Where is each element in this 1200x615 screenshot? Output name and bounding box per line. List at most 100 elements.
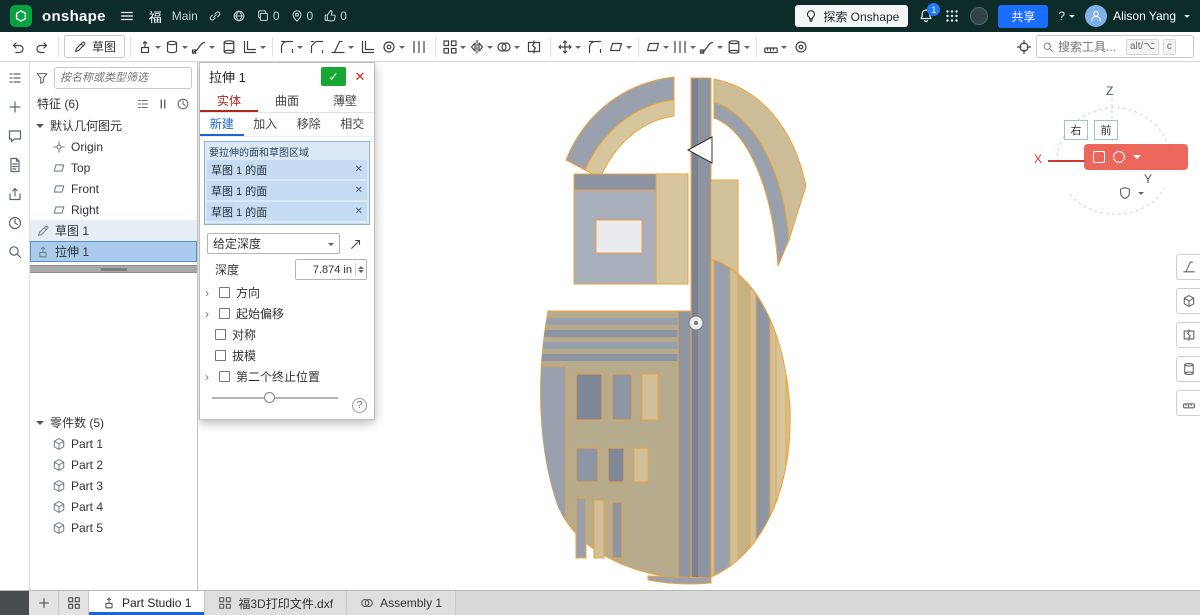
shield-icon[interactable]	[1118, 186, 1132, 200]
tree-item-extrude1[interactable]: 拉伸 1	[30, 241, 197, 262]
history-icon[interactable]	[176, 97, 190, 111]
named-views-button[interactable]	[1176, 356, 1200, 382]
slider-handle[interactable]	[264, 392, 275, 403]
remove-selection-icon[interactable]: ✕	[355, 185, 363, 196]
tree-item-right-plane[interactable]: Right	[30, 199, 197, 220]
browse-tabs-button[interactable]	[59, 591, 89, 615]
help-icon[interactable]: ?	[352, 398, 367, 413]
appearance-panel-button[interactable]	[1176, 288, 1200, 314]
option-direction[interactable]: › 方向	[200, 282, 374, 303]
document-title[interactable]: 福	[149, 7, 162, 26]
linear-pattern-button[interactable]	[441, 34, 467, 59]
draft-checkbox[interactable]	[215, 350, 226, 361]
measure-panel-button[interactable]	[1176, 390, 1200, 416]
tool-search-input[interactable]	[1058, 39, 1122, 54]
branch-name[interactable]: Main	[172, 9, 198, 23]
rollback-bar[interactable]	[30, 265, 197, 273]
tree-item-part2[interactable]: Part 2	[30, 454, 197, 475]
fillet-button[interactable]	[278, 34, 304, 59]
selection-item[interactable]: 草图 1 的面✕	[207, 202, 367, 221]
symmetric-checkbox[interactable]	[215, 329, 226, 340]
op-add[interactable]: 加入	[244, 113, 288, 136]
draft-button[interactable]	[329, 34, 355, 59]
replace-face-button[interactable]	[607, 34, 633, 59]
boolean-button[interactable]	[495, 34, 521, 59]
add-tab-button[interactable]	[29, 591, 59, 615]
apps-grid-icon[interactable]	[944, 8, 960, 24]
view-cube[interactable]: Z 右 前 X Y	[1032, 84, 1192, 234]
cube-face-right[interactable]: 右	[1064, 120, 1088, 140]
surface-button[interactable]	[725, 34, 751, 59]
option-second-end[interactable]: › 第二个终止位置	[200, 366, 374, 387]
option-symmetric[interactable]: 对称	[200, 324, 374, 345]
frame-button[interactable]	[671, 34, 697, 59]
second-end-checkbox[interactable]	[219, 371, 230, 382]
sheet-metal-button[interactable]	[644, 34, 670, 59]
insert-panel-icon[interactable]	[7, 99, 23, 115]
op-intersect[interactable]: 相交	[331, 113, 375, 136]
help-button[interactable]: ?	[1058, 9, 1076, 23]
depth-input[interactable]: 7.874 in	[295, 259, 367, 280]
onshape-logo-icon[interactable]	[10, 5, 32, 27]
share-button[interactable]: 共享	[998, 4, 1049, 28]
end-condition-select[interactable]: 给定深度	[207, 233, 340, 254]
share-link-icon[interactable]	[208, 9, 222, 23]
view-orientation-highlight[interactable]	[1084, 144, 1188, 170]
chamfer-button[interactable]	[305, 34, 328, 59]
hole-button[interactable]	[380, 34, 406, 59]
shell-button[interactable]	[356, 34, 379, 59]
tab-surface[interactable]: 曲面	[258, 90, 316, 112]
mass-properties-button[interactable]	[789, 34, 812, 59]
selection-list[interactable]: 要拉伸的面和草图区域 草图 1 的面✕ 草图 1 的面✕ 草图 1 的面✕ 草图…	[204, 141, 370, 225]
remove-selection-icon[interactable]: ✕	[355, 206, 363, 217]
modify-fillet-button[interactable]	[583, 34, 606, 59]
tree-item-part5[interactable]: Part 5	[30, 517, 197, 538]
copies-counter[interactable]: 0	[256, 9, 280, 23]
graphics-viewport[interactable]: 拉伸 1 ✓ ✕ 实体 曲面 薄壁 新建 加入 移除 相交 要拉伸的面和草图区域…	[198, 62, 1200, 590]
follows-counter[interactable]: 0	[290, 9, 313, 23]
loft-button[interactable]	[217, 34, 240, 59]
transform-button[interactable]	[556, 34, 582, 59]
tree-item-front-plane[interactable]: Front	[30, 178, 197, 199]
main-menu-icon[interactable]	[116, 4, 139, 29]
suppress-icon[interactable]	[156, 97, 170, 111]
thicken-button[interactable]	[241, 34, 267, 59]
tree-item-part4[interactable]: Part 4	[30, 496, 197, 517]
draft-analysis-button[interactable]	[1176, 254, 1200, 280]
option-start-offset[interactable]: › 起始偏移	[200, 303, 374, 324]
cancel-button[interactable]: ✕	[349, 67, 371, 86]
direction-checkbox[interactable]	[219, 287, 230, 298]
extrude-button[interactable]	[136, 34, 162, 59]
sweep-button[interactable]	[190, 34, 216, 59]
redo-button[interactable]	[30, 34, 53, 59]
chevron-down-icon[interactable]	[36, 123, 44, 132]
likes-counter[interactable]: 0	[323, 9, 347, 23]
tree-group-parts[interactable]: 零件数 (5)	[30, 412, 197, 433]
tree-item-sketch1[interactable]: 草图 1	[30, 220, 197, 241]
rib-button[interactable]	[407, 34, 430, 59]
undo-button[interactable]	[6, 34, 29, 59]
chevron-down-icon[interactable]	[36, 420, 44, 429]
user-menu[interactable]: Alison Yang	[1085, 5, 1190, 27]
revolve-button[interactable]	[163, 34, 189, 59]
tree-item-top-plane[interactable]: Top	[30, 157, 197, 178]
tab-solid[interactable]: 实体	[200, 90, 258, 112]
feature-list-panel-icon[interactable]	[7, 70, 23, 86]
split-button[interactable]	[522, 34, 545, 59]
explore-onshape-button[interactable]: 探索 Onshape	[795, 5, 909, 27]
feature-list-options-icon[interactable]	[136, 97, 150, 111]
option-draft[interactable]: 拔模	[200, 345, 374, 366]
public-globe-icon[interactable]	[232, 9, 246, 23]
curve-button[interactable]	[698, 34, 724, 59]
feature-filter-input[interactable]	[54, 67, 192, 89]
op-new[interactable]: 新建	[200, 113, 244, 136]
sketch-button[interactable]: 草图	[64, 35, 126, 58]
language-globe-icon[interactable]	[970, 7, 989, 25]
selection-item[interactable]: 草图 1 的面✕	[207, 181, 367, 200]
op-remove[interactable]: 移除	[287, 113, 331, 136]
tab-dxf-file[interactable]: 福3D打印文件.dxf	[205, 591, 348, 615]
tab-thin[interactable]: 薄壁	[316, 90, 374, 112]
tree-item-part1[interactable]: Part 1	[30, 433, 197, 454]
tree-item-origin[interactable]: Origin	[30, 136, 197, 157]
search-panel-icon[interactable]	[7, 244, 23, 260]
